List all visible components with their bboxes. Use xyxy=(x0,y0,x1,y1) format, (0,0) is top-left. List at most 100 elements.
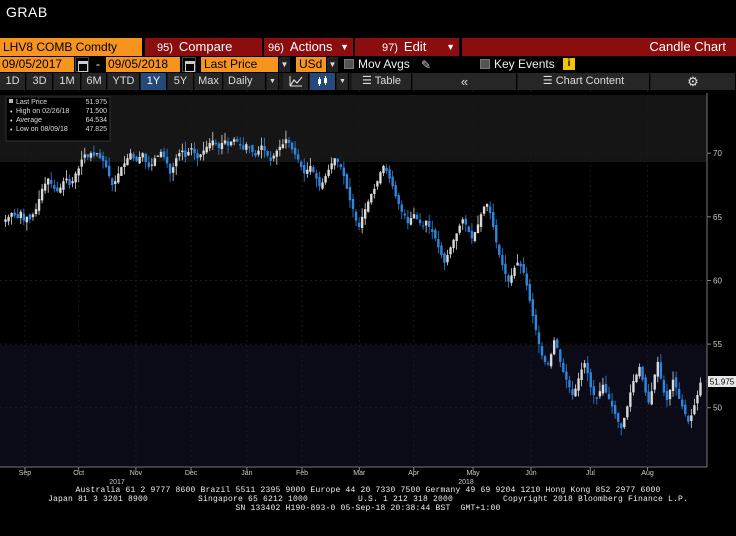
candle-body xyxy=(232,139,236,142)
candle-body xyxy=(59,187,62,193)
table-button[interactable]: ☰ Table xyxy=(352,73,412,90)
info-icon[interactable]: i xyxy=(563,58,575,70)
candle-body xyxy=(522,263,525,273)
candle-body xyxy=(501,254,504,266)
chart-area[interactable]: 70 65 60 55 50 Sep Oct Nov Dec Jan Feb Mar Apr May Ju… xyxy=(0,90,736,531)
currency-select[interactable]: USd xyxy=(296,57,326,72)
candle-body xyxy=(62,181,65,190)
candle-body xyxy=(342,167,346,177)
candle-body xyxy=(117,173,120,183)
x-tick-label: Apr xyxy=(408,470,420,477)
candle-tool-icon[interactable] xyxy=(310,73,336,90)
last-value-text: 51.975 xyxy=(710,378,735,387)
candle-body xyxy=(83,154,86,158)
price-chart[interactable]: 70 65 60 55 50 Sep Oct Nov Dec Jan Feb Mar Apr May Ju… xyxy=(0,90,736,531)
candle-body xyxy=(677,388,681,399)
y-tick-label: 70 xyxy=(713,149,722,158)
period-3d[interactable]: 3D xyxy=(27,73,53,90)
candle-body xyxy=(22,213,26,221)
x-tick-label: Aug xyxy=(641,470,654,477)
line-tool-icon[interactable] xyxy=(283,73,309,90)
candle-body xyxy=(153,158,157,166)
key-events-checkbox[interactable] xyxy=(480,59,490,69)
candle-body xyxy=(373,188,376,194)
pencil-icon[interactable]: ✎ xyxy=(421,58,435,72)
candle-body xyxy=(199,154,202,158)
candle-body xyxy=(534,314,538,331)
chart-content-button[interactable]: ☰ Chart Content xyxy=(518,73,650,90)
candle-body xyxy=(388,169,391,179)
ticker-field[interactable]: LHV8 COMB Comdty xyxy=(0,38,142,56)
candle-body xyxy=(531,299,535,317)
candle-body xyxy=(363,209,367,219)
legend-last-label: Last Price xyxy=(16,99,47,106)
command-toolbar: LHV8 COMB Comdty 95) Compare 96) Actions ▼… xyxy=(0,38,736,56)
candle-body xyxy=(284,139,288,144)
candle-body xyxy=(653,374,656,390)
candle-body xyxy=(269,157,272,161)
candle-body xyxy=(56,187,59,192)
actions-button[interactable]: 96) Actions ▼ xyxy=(264,38,353,56)
candle-body xyxy=(562,362,565,373)
period-6m[interactable]: 6M xyxy=(82,73,107,90)
candle-body xyxy=(156,155,160,157)
chevron-down-icon[interactable]: ▼ xyxy=(279,57,290,72)
candle-body xyxy=(665,390,669,401)
period-1y[interactable]: 1Y xyxy=(141,73,167,90)
gear-icon[interactable]: ⚙ xyxy=(651,73,736,90)
candle-body xyxy=(559,349,562,362)
candle-body xyxy=(577,378,580,391)
candle-body xyxy=(254,153,257,156)
calendar-icon[interactable] xyxy=(75,57,89,72)
compare-label: Compare xyxy=(178,39,233,54)
candle-body xyxy=(175,158,178,167)
compare-button[interactable]: 95) Compare xyxy=(145,38,262,56)
candle-body xyxy=(528,283,531,301)
candle-body xyxy=(211,140,214,146)
chart-type-title[interactable]: Candle Chart xyxy=(462,38,736,56)
candle-body xyxy=(696,395,699,404)
candle-body xyxy=(104,160,108,168)
candle-body xyxy=(385,167,388,171)
field-select[interactable]: Last Price xyxy=(201,57,278,72)
candle-body xyxy=(613,404,617,415)
candle-body xyxy=(138,157,141,164)
collapse-button[interactable]: « xyxy=(413,73,517,90)
candle-body xyxy=(181,150,184,153)
y-tick-label: 55 xyxy=(713,340,722,349)
candle-body xyxy=(327,169,330,176)
candle-body xyxy=(382,165,385,174)
candle-body xyxy=(309,165,312,172)
period-1m[interactable]: 1M xyxy=(54,73,81,90)
date-range-separator: - xyxy=(96,57,100,71)
candle-body xyxy=(190,148,193,150)
period-ytd[interactable]: YTD xyxy=(108,73,140,90)
start-date-input[interactable]: 09/05/2017 xyxy=(0,57,74,72)
candle-body xyxy=(293,147,297,155)
candle-body xyxy=(461,219,464,224)
end-date-input[interactable]: 09/05/2018 xyxy=(106,57,180,72)
candle-body xyxy=(379,172,382,184)
candle-body xyxy=(184,150,187,157)
candle-body xyxy=(519,263,522,267)
candle-body xyxy=(409,218,413,225)
period-1d[interactable]: 1D xyxy=(0,73,26,90)
candle-body xyxy=(178,153,181,157)
edit-button[interactable]: 97) Edit ▼ xyxy=(355,38,459,56)
candle-body xyxy=(452,239,455,248)
mov-avgs-checkbox[interactable] xyxy=(344,59,354,69)
chevron-down-icon[interactable]: ▼ xyxy=(267,73,279,90)
candle-body xyxy=(98,152,102,159)
calendar-icon[interactable] xyxy=(182,57,196,72)
period-max[interactable]: Max xyxy=(195,73,223,90)
candle-body xyxy=(650,391,653,405)
candle-body xyxy=(449,247,452,255)
candle-body xyxy=(394,185,397,197)
chevron-down-icon[interactable]: ▼ xyxy=(337,73,349,90)
chevron-down-icon[interactable]: ▼ xyxy=(327,57,338,72)
frequency-select[interactable]: Daily xyxy=(224,73,266,90)
candle-body xyxy=(28,214,32,220)
candle-body xyxy=(629,392,632,407)
candle-body xyxy=(74,173,77,183)
period-5y[interactable]: 5Y xyxy=(168,73,194,90)
